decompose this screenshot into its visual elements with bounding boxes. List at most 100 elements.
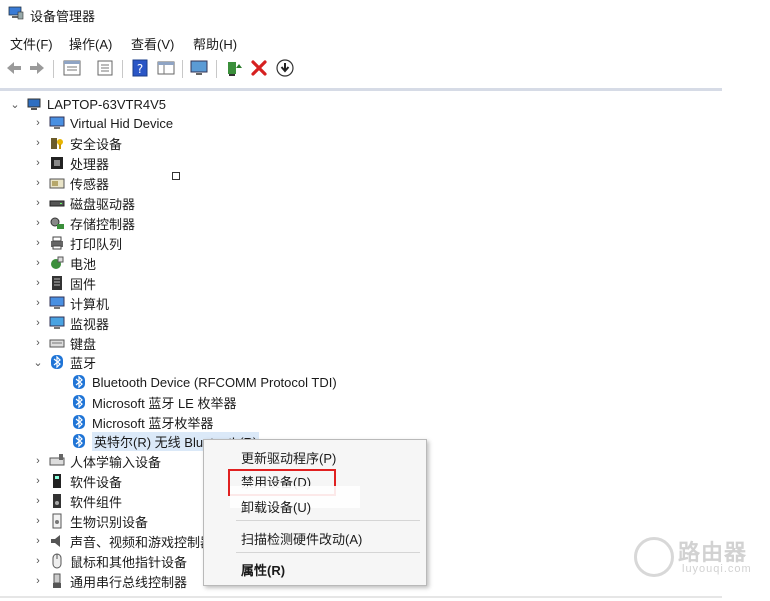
disk-drive-icon <box>49 200 65 207</box>
monitor-icon <box>49 316 65 329</box>
tree-item-label: 人体学输入设备 <box>70 454 162 470</box>
tree-item-label: 生物识别设备 <box>70 514 149 530</box>
toolbar-separator <box>53 60 54 78</box>
chevron-right-icon[interactable]: › <box>33 451 43 471</box>
view-icon[interactable] <box>156 58 176 78</box>
tree-item-label: 通用串行总线控制器 <box>70 574 188 590</box>
tree-item-computer[interactable]: › 计算机 <box>33 293 109 313</box>
tree-item-label: 固件 <box>70 276 97 292</box>
chevron-right-icon[interactable]: › <box>33 133 43 153</box>
tree-item-label: 蓝牙 <box>70 355 97 371</box>
tree-item-label: 磁盘驱动器 <box>70 196 136 212</box>
update-driver-icon[interactable] <box>224 58 244 78</box>
software-component-icon <box>53 494 61 508</box>
tree-item-software-component[interactable]: › 软件组件 <box>33 491 122 511</box>
tree-item-keyboard[interactable]: › 键盘 <box>33 333 96 353</box>
chevron-right-icon[interactable]: › <box>33 213 43 233</box>
chevron-down-icon[interactable]: ⌄ <box>33 352 43 372</box>
tree-item-bt-enum[interactable]: Microsoft 蓝牙枚举器 <box>71 412 213 432</box>
tree-item-disk[interactable]: › 磁盘驱动器 <box>33 193 135 213</box>
chevron-right-icon[interactable]: › <box>33 313 43 333</box>
tree-item-hid[interactable]: › 人体学输入设备 <box>33 451 161 471</box>
tree-item-virtual-hid[interactable]: › Virtual Hid Device <box>33 113 173 133</box>
properties-icon[interactable] <box>62 58 82 78</box>
svg-text:?: ? <box>137 62 143 76</box>
security-device-icon <box>51 138 63 149</box>
tree-root[interactable]: ⌄ LAPTOP-63VTR4V5 <box>10 94 166 114</box>
tree-item-battery[interactable]: › 电池 <box>33 253 96 273</box>
uninstall-icon[interactable] <box>249 58 269 78</box>
chevron-right-icon[interactable]: › <box>33 113 43 133</box>
chevron-right-icon[interactable]: › <box>33 551 43 571</box>
toolbar-separator <box>182 60 183 78</box>
tree-item-label: Microsoft 蓝牙枚举器 <box>92 415 214 431</box>
chevron-right-icon[interactable]: › <box>33 333 43 353</box>
selection-handle <box>172 172 180 180</box>
chevron-down-icon[interactable]: ⌄ <box>10 94 20 114</box>
tree-item-processor[interactable]: › 处理器 <box>33 153 109 173</box>
menu-action[interactable]: 操作(A) <box>69 34 112 53</box>
tree-item-biometric[interactable]: › 生物识别设备 <box>33 511 148 531</box>
monitor-icon[interactable] <box>189 58 209 78</box>
tree-item-mouse[interactable]: › 鼠标和其他指针设备 <box>33 551 187 571</box>
bluetooth-icon <box>73 434 85 448</box>
chevron-right-icon[interactable]: › <box>33 491 43 511</box>
chevron-right-icon[interactable]: › <box>33 173 43 193</box>
computer-icon <box>49 296 65 309</box>
list-icon[interactable] <box>95 58 115 78</box>
menu-update-driver[interactable]: 更新驱动程序(P) <box>241 448 336 467</box>
bottom-edge <box>0 596 722 598</box>
menu-separator <box>236 520 420 521</box>
tree-item-bluetooth[interactable]: ⌄ 蓝牙 <box>33 352 96 372</box>
menu-properties[interactable]: 属性(R) <box>241 560 285 579</box>
title-bar: 设备管理器 <box>0 0 770 28</box>
forward-icon[interactable] <box>27 58 47 78</box>
chevron-right-icon[interactable]: › <box>33 471 43 491</box>
help-icon[interactable]: ? <box>130 58 150 78</box>
chevron-right-icon[interactable]: › <box>33 273 43 293</box>
menu-bar: 文件(F) 操作(A) 查看(V) 帮助(H) <box>0 30 770 52</box>
tree-item-label: 监视器 <box>70 316 110 332</box>
content-divider <box>0 88 722 91</box>
tree-item-label: 软件设备 <box>70 474 123 490</box>
hid-icon <box>49 454 65 466</box>
tree-item-monitor[interactable]: › 监视器 <box>33 313 109 333</box>
sensor-icon <box>49 178 65 189</box>
tree-item-usb[interactable]: › 通用串行总线控制器 <box>33 571 187 591</box>
tree-item-security[interactable]: › 安全设备 <box>33 133 122 153</box>
tree-item-bt-rfcomm[interactable]: Bluetooth Device (RFCOMM Protocol TDI) <box>71 372 337 392</box>
tree-item-label: 处理器 <box>70 156 110 172</box>
menu-view[interactable]: 查看(V) <box>131 34 174 53</box>
monitor-device-icon <box>49 116 65 129</box>
download-icon[interactable] <box>275 58 295 78</box>
tree-item-sound[interactable]: › 声音、视频和游戏控制器 <box>33 531 213 551</box>
chevron-right-icon[interactable]: › <box>33 511 43 531</box>
biometric-icon <box>52 513 62 529</box>
mouse-icon <box>52 553 62 569</box>
menu-scan-hardware[interactable]: 扫描检测硬件改动(A) <box>241 529 362 548</box>
tree-item-software-device[interactable]: › 软件设备 <box>33 471 122 491</box>
chevron-right-icon[interactable]: › <box>33 253 43 273</box>
menu-separator <box>236 552 420 553</box>
tree-root-label: LAPTOP-63VTR4V5 <box>47 96 166 112</box>
menu-file[interactable]: 文件(F) <box>10 34 53 53</box>
tree-item-storage[interactable]: › 存储控制器 <box>33 213 135 233</box>
bluetooth-icon <box>73 375 85 389</box>
window-title: 设备管理器 <box>30 9 96 24</box>
context-menu: 更新驱动程序(P) 禁用设备(D) 卸载设备(U) 扫描检测硬件改动(A) 属性… <box>203 439 427 586</box>
tree-item-firmware[interactable]: › 固件 <box>33 273 96 293</box>
tree-item-print-queue[interactable]: › 打印队列 <box>33 233 122 253</box>
tree-item-bt-le-enum[interactable]: Microsoft 蓝牙 LE 枚举器 <box>71 392 236 412</box>
menu-help[interactable]: 帮助(H) <box>193 34 237 53</box>
chevron-right-icon[interactable]: › <box>33 153 43 173</box>
tree-item-label: Virtual Hid Device <box>70 115 174 131</box>
menu-uninstall-device[interactable]: 卸载设备(U) <box>241 497 311 516</box>
chevron-right-icon[interactable]: › <box>33 193 43 213</box>
chevron-right-icon[interactable]: › <box>33 571 43 591</box>
tree-item-sensor[interactable]: › 传感器 <box>33 173 109 193</box>
back-icon[interactable] <box>4 58 24 78</box>
chevron-right-icon[interactable]: › <box>33 293 43 313</box>
chevron-right-icon[interactable]: › <box>33 233 43 253</box>
chevron-right-icon[interactable]: › <box>33 531 43 551</box>
software-device-icon <box>53 474 61 488</box>
